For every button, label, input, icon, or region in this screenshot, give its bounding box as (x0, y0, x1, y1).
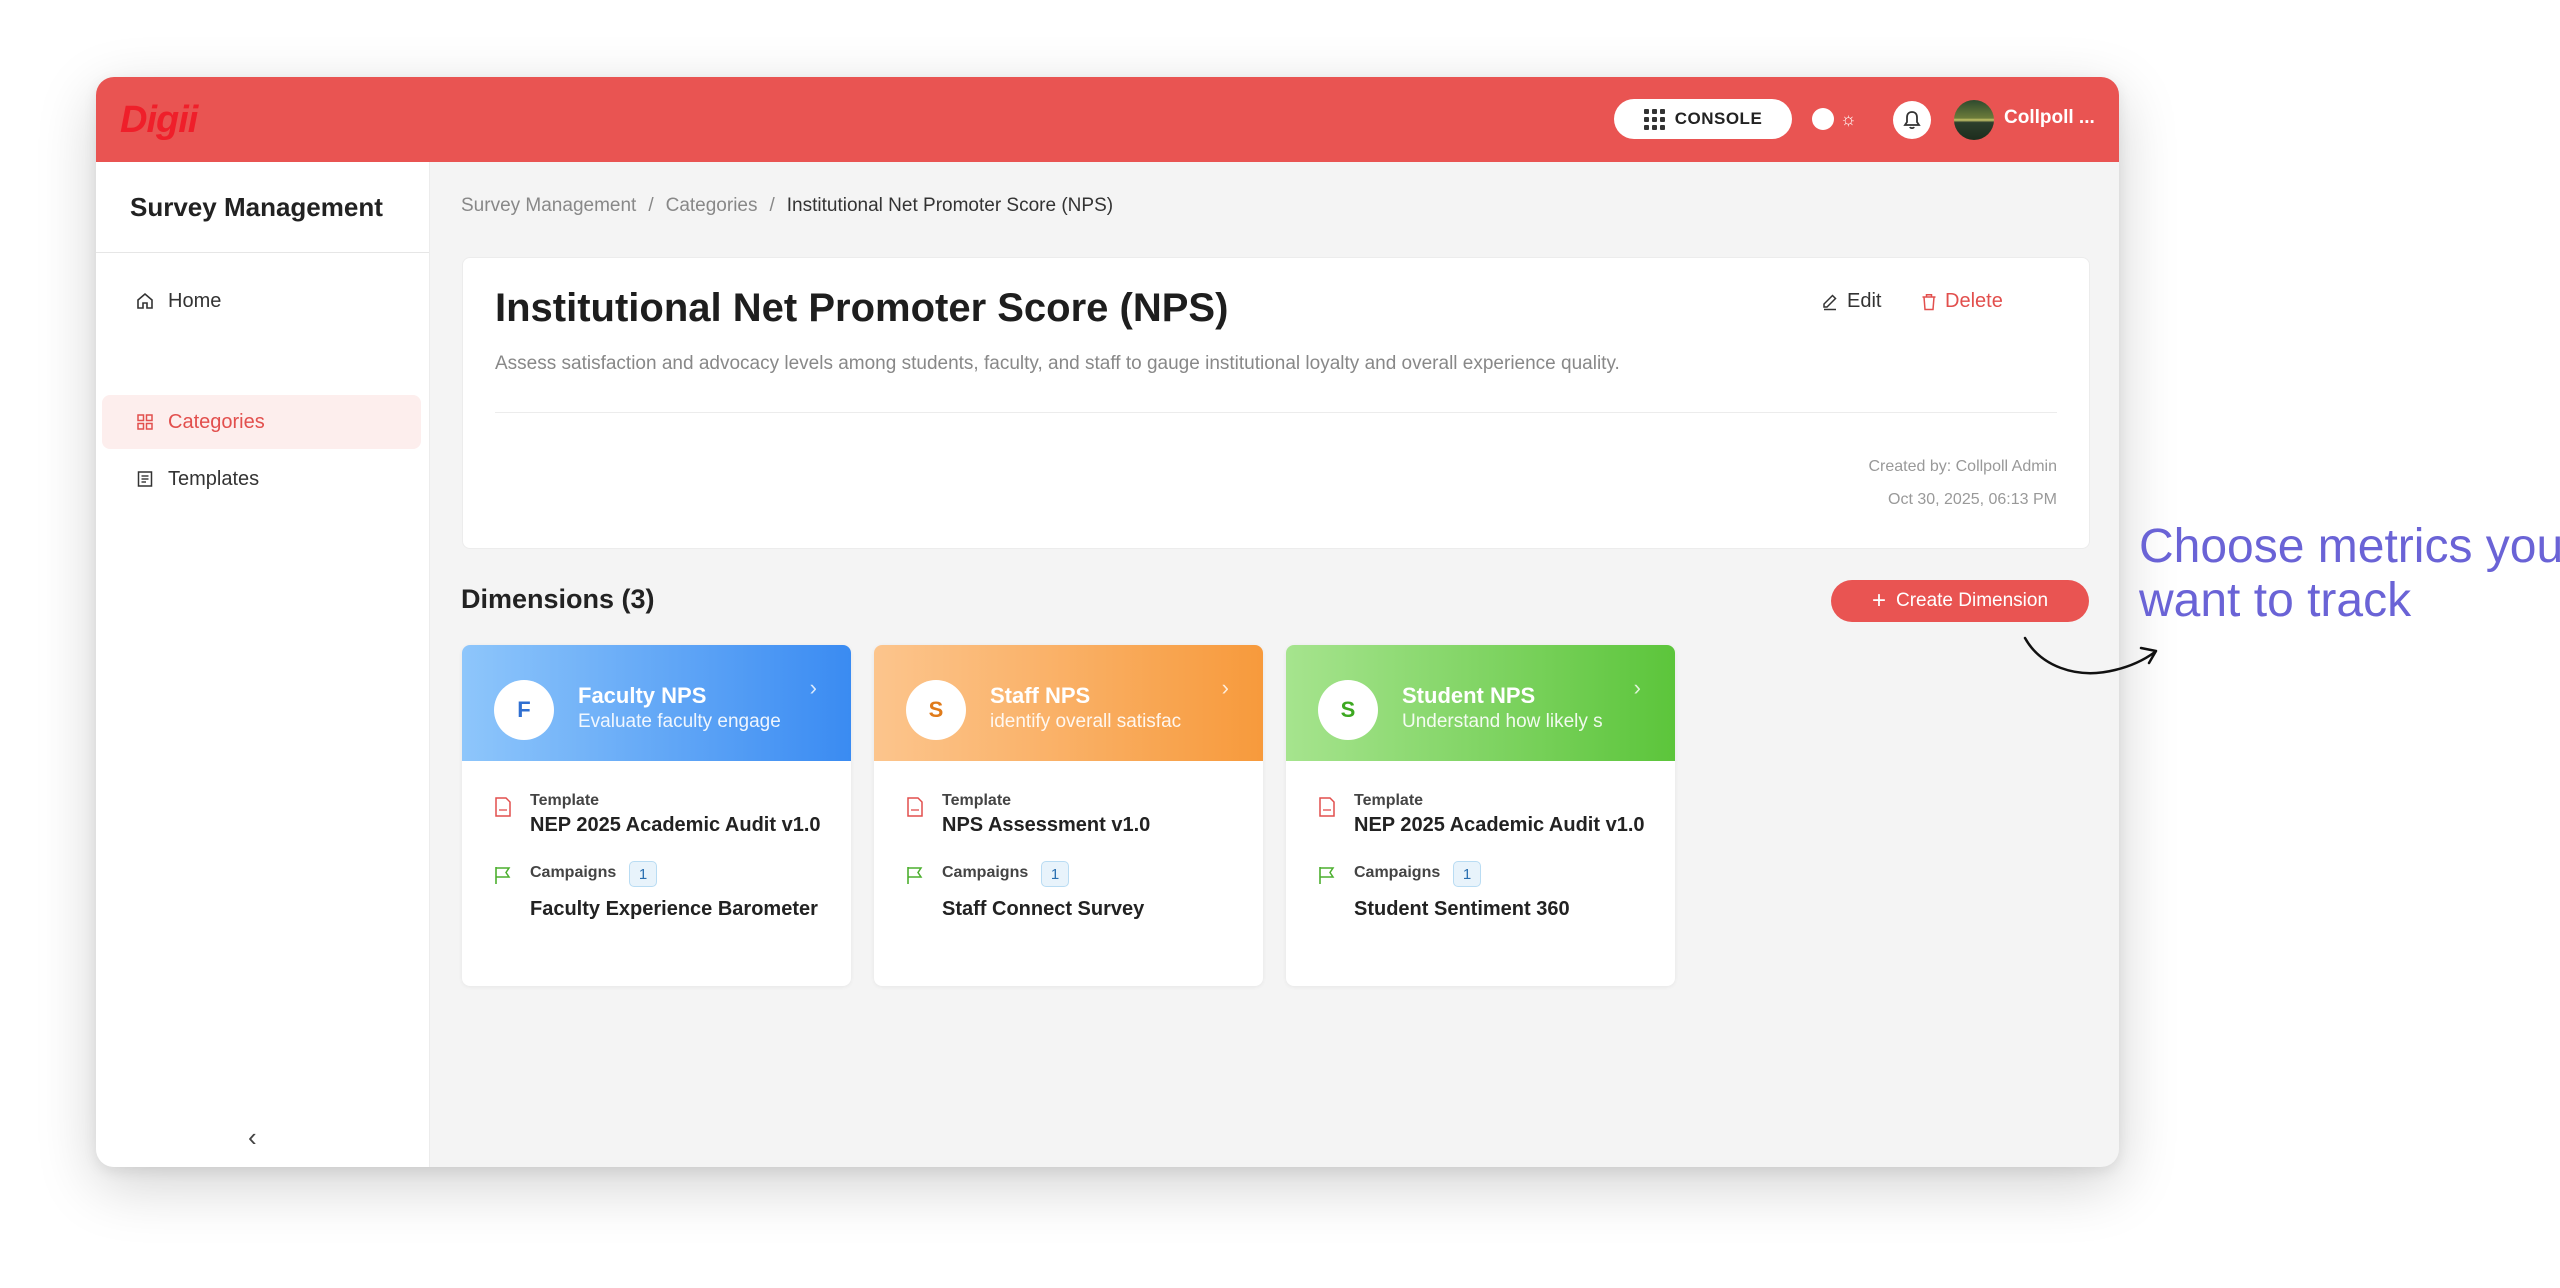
campaign-name[interactable]: Faculty Experience Barometer (530, 898, 818, 921)
dimension-subtitle: identify overall satisfac (990, 711, 1182, 732)
sidebar-item-label: Home (168, 289, 222, 312)
dimension-name: Staff NPS (990, 683, 1091, 708)
campaign-count-badge: 1 (1041, 861, 1069, 887)
campaign-count-badge: 1 (1453, 861, 1481, 887)
app-window: Digii CONSOLE ☼ Collpoll ... Survey Mana… (96, 77, 2119, 1167)
dimension-name: Faculty NPS (578, 683, 707, 708)
flag-icon (907, 867, 923, 884)
sidebar-divider (96, 252, 429, 253)
sidebar-item-home[interactable]: Home (102, 274, 421, 328)
campaigns-label: Campaigns (530, 864, 617, 881)
document-icon (907, 797, 923, 817)
dimension-initial-avatar: F (494, 680, 554, 740)
dimension-card-student[interactable]: S Student NPS Understand how likely s › … (1286, 645, 1675, 986)
pencil-icon (1823, 293, 1837, 310)
console-button[interactable]: CONSOLE (1614, 99, 1792, 139)
dimension-subtitle: Understand how likely s (1402, 711, 1603, 732)
dimension-card-header: S Student NPS Understand how likely s › (1286, 645, 1675, 761)
dimension-subtitle: Evaluate faculty engage (578, 711, 781, 732)
sidebar-title: Survey Management (130, 192, 383, 222)
template-label: Template (530, 792, 600, 809)
template-label: Template (1354, 792, 1424, 809)
category-details-card: Institutional Net Promoter Score (NPS) A… (462, 257, 2090, 549)
chevron-right-icon: › (809, 675, 817, 700)
dimension-initial-avatar: S (1318, 680, 1378, 740)
campaign-count-badge: 1 (629, 861, 657, 887)
page-title: Institutional Net Promoter Score (NPS) (495, 286, 1229, 330)
template-icon (137, 471, 153, 487)
delete-label: Delete (1945, 290, 2003, 312)
console-label: CONSOLE (1674, 109, 1763, 128)
edit-button[interactable]: Edit (1821, 290, 1881, 313)
sun-icon: ☼ (1840, 109, 1857, 129)
dimension-card-faculty[interactable]: F Faculty NPS Evaluate faculty engage › … (462, 645, 851, 986)
template-name: NEP 2025 Academic Audit v1.0 (530, 814, 821, 836)
card-divider (495, 412, 2057, 413)
plus-icon: + (1871, 587, 1886, 614)
sidebar-item-label: Categories (168, 410, 265, 433)
dimension-card-header: S Staff NPS identify overall satisfac › (874, 645, 1263, 761)
template-name: NEP 2025 Academic Audit v1.0 (1354, 814, 1645, 836)
campaigns-label: Campaigns (1354, 864, 1441, 881)
notifications-button[interactable] (1893, 101, 1931, 139)
dimension-initial-avatar: S (906, 680, 966, 740)
user-name[interactable]: Collpoll ... (2004, 107, 2095, 129)
created-by: Created by: Collpoll Admin (1868, 458, 2057, 475)
sidebar-item-categories[interactable]: Categories (102, 395, 421, 449)
theme-toggle[interactable]: ☼ (1812, 107, 1862, 131)
grid-icon (137, 414, 153, 430)
chevron-right-icon: › (1221, 675, 1229, 700)
dimension-card-staff[interactable]: S Staff NPS identify overall satisfac › … (874, 645, 1263, 986)
create-dimension-label: Create Dimension (1895, 590, 2049, 611)
template-label: Template (942, 792, 1012, 809)
chevron-right-icon: › (1633, 675, 1641, 700)
sidebar-item-label: Templates (168, 467, 260, 490)
breadcrumb: Survey Management / Categories / Institu… (461, 195, 1113, 217)
campaign-name[interactable]: Student Sentiment 360 (1354, 898, 1570, 921)
breadcrumb-current: Institutional Net Promoter Score (NPS) (786, 195, 1114, 216)
toggle-knob (1812, 108, 1834, 130)
flag-icon (495, 867, 511, 884)
sidebar: Survey Management Home Categories Templa… (96, 162, 430, 1167)
collapse-sidebar-button[interactable]: ‹ (248, 1122, 257, 1153)
template-name: NPS Assessment v1.0 (942, 814, 1151, 836)
breadcrumb-categories[interactable]: Categories (666, 195, 758, 217)
flag-icon (1319, 867, 1335, 884)
annotation-callout: Choose metrics you want to track (2139, 520, 2560, 628)
document-icon (495, 797, 511, 817)
created-at: Oct 30, 2025, 06:13 PM (1888, 491, 2057, 508)
edit-label: Edit (1847, 290, 1882, 312)
breadcrumb-separator: / (769, 195, 775, 216)
apps-grid-icon (1643, 108, 1665, 130)
annotation-arrow-icon (2023, 636, 2158, 675)
delete-button[interactable]: Delete (1921, 290, 2003, 313)
user-avatar[interactable] (1954, 100, 1994, 140)
breadcrumb-separator: / (648, 195, 654, 216)
campaign-name[interactable]: Staff Connect Survey (942, 898, 1144, 921)
annotation-line-2: want to track (2139, 574, 2412, 627)
create-dimension-button[interactable]: + Create Dimension (1831, 580, 2089, 622)
dimension-name: Student NPS (1402, 683, 1536, 708)
dimensions-heading: Dimensions (3) (461, 584, 655, 614)
bell-icon (1903, 111, 1921, 130)
category-description: Assess satisfaction and advocacy levels … (495, 353, 1620, 374)
dimension-card-header: F Faculty NPS Evaluate faculty engage › (462, 645, 851, 761)
trash-icon (1922, 293, 1936, 310)
sidebar-item-templates[interactable]: Templates (102, 452, 421, 506)
top-bar: Digii CONSOLE ☼ Collpoll ... (96, 77, 2119, 162)
digii-logo[interactable]: Digii (120, 99, 198, 142)
home-icon (137, 292, 153, 309)
campaigns-label: Campaigns (942, 864, 1029, 881)
annotation-line-1: Choose metrics you (2139, 520, 2560, 573)
breadcrumb-survey-management[interactable]: Survey Management (461, 195, 636, 217)
document-icon (1319, 797, 1335, 817)
